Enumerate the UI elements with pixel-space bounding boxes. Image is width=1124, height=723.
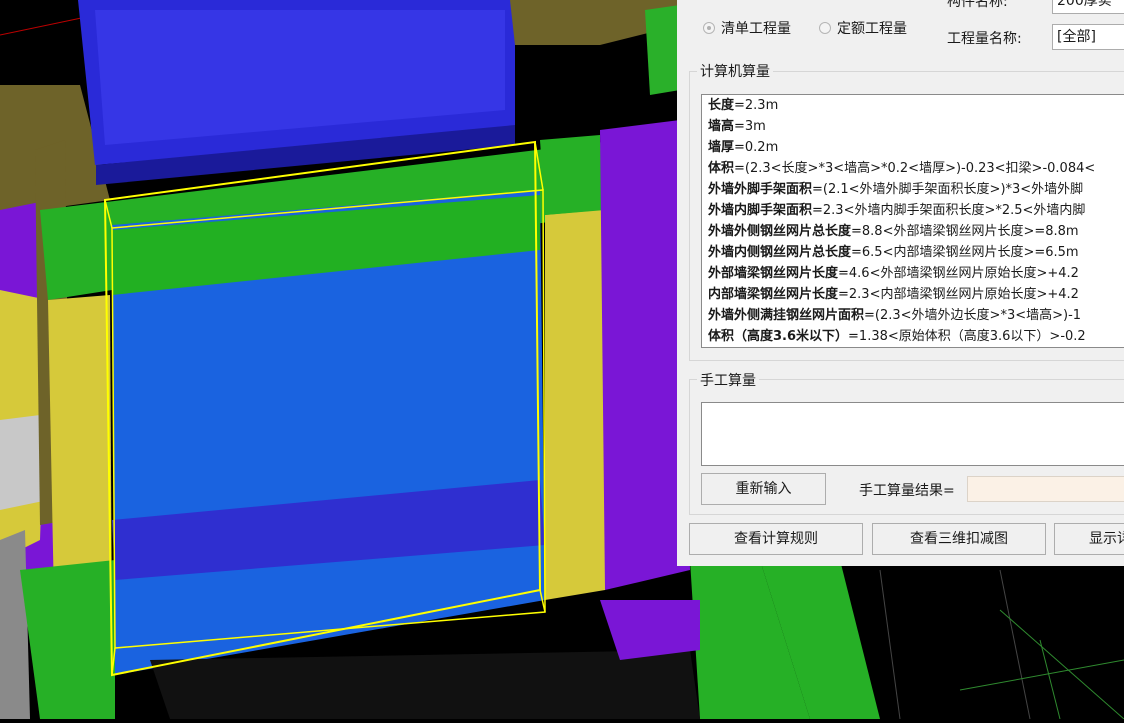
calc-line: 体积（高度3.6米以下）=1.38<原始体积（高度3.6以下）>-0.2 — [708, 329, 1086, 344]
quantity-dialog: 构件名称: 200厚实 清单工程量 定额工程量 工程量名称: [全部] 计算机算… — [677, 0, 1124, 566]
show-details-button[interactable]: 显示详 — [1054, 523, 1124, 555]
view-3d-deduction-button[interactable]: 查看三维扣减图 — [872, 523, 1046, 555]
calc-line: 长度=2.3m — [708, 98, 779, 113]
calc-line: 外部墙梁钢丝网片长度=4.6<外部墙梁钢丝网片原始长度>+4.2 — [708, 266, 1079, 281]
manual-result-label: 手工算量结果= — [859, 483, 955, 499]
radio-quota-quantity-label: 定额工程量 — [837, 21, 907, 37]
manual-calc-group-title: 手工算量 — [697, 370, 759, 390]
reenter-button[interactable]: 重新输入 — [701, 473, 826, 505]
radio-unselected-icon[interactable] — [819, 22, 831, 34]
computer-calc-textbox[interactable]: 长度=2.3m 墙高=3m 墙厚=0.2m 体积=(2.3<长度>*3<墙高>*… — [701, 94, 1124, 348]
calc-line: 外墙外脚手架面积=(2.1<外墙外脚手架面积长度>)*3<外墙外脚 — [708, 182, 1084, 197]
component-name-label: 构件名称: — [947, 0, 1008, 10]
radio-quota-quantity[interactable]: 定额工程量 — [819, 18, 907, 38]
manual-result-field — [967, 476, 1124, 502]
calc-line: 外墙外侧满挂钢丝网片面积=(2.3<外墙外边长度>*3<墙高>)-1 — [708, 308, 1082, 323]
radio-bill-quantity[interactable]: 清单工程量 — [703, 18, 791, 38]
calc-line: 体积=(2.3<长度>*3<墙高>*0.2<墙厚>)-0.23<扣梁>-0.08… — [708, 161, 1096, 176]
calc-line: 墙高=3m — [708, 119, 766, 134]
component-name-field[interactable]: 200厚实 — [1052, 0, 1124, 14]
calc-line: 外墙内脚手架面积=2.3<外墙内脚手架面积长度>*2.5<外墙内脚 — [708, 203, 1086, 218]
computer-calc-group-title: 计算机算量 — [697, 61, 773, 81]
quantity-name-label: 工程量名称: — [947, 31, 1022, 47]
manual-calc-input[interactable] — [701, 402, 1124, 466]
radio-selected-icon[interactable] — [703, 22, 715, 34]
calc-line: 外墙外侧钢丝网片总长度=8.8<外部墙梁钢丝网片长度>=8.8m — [708, 224, 1079, 239]
radio-bill-quantity-label: 清单工程量 — [721, 21, 791, 37]
view-calc-rules-button[interactable]: 查看计算规则 — [689, 523, 863, 555]
calc-line: 外墙内侧钢丝网片总长度=6.5<内部墙梁钢丝网片长度>=6.5m — [708, 245, 1079, 260]
quantity-name-select[interactable]: [全部] — [1052, 24, 1124, 50]
calc-line: 墙厚=0.2m — [708, 140, 779, 155]
calc-line: 内部墙梁钢丝网片长度=2.3<内部墙梁钢丝网片原始长度>+4.2 — [708, 287, 1079, 302]
